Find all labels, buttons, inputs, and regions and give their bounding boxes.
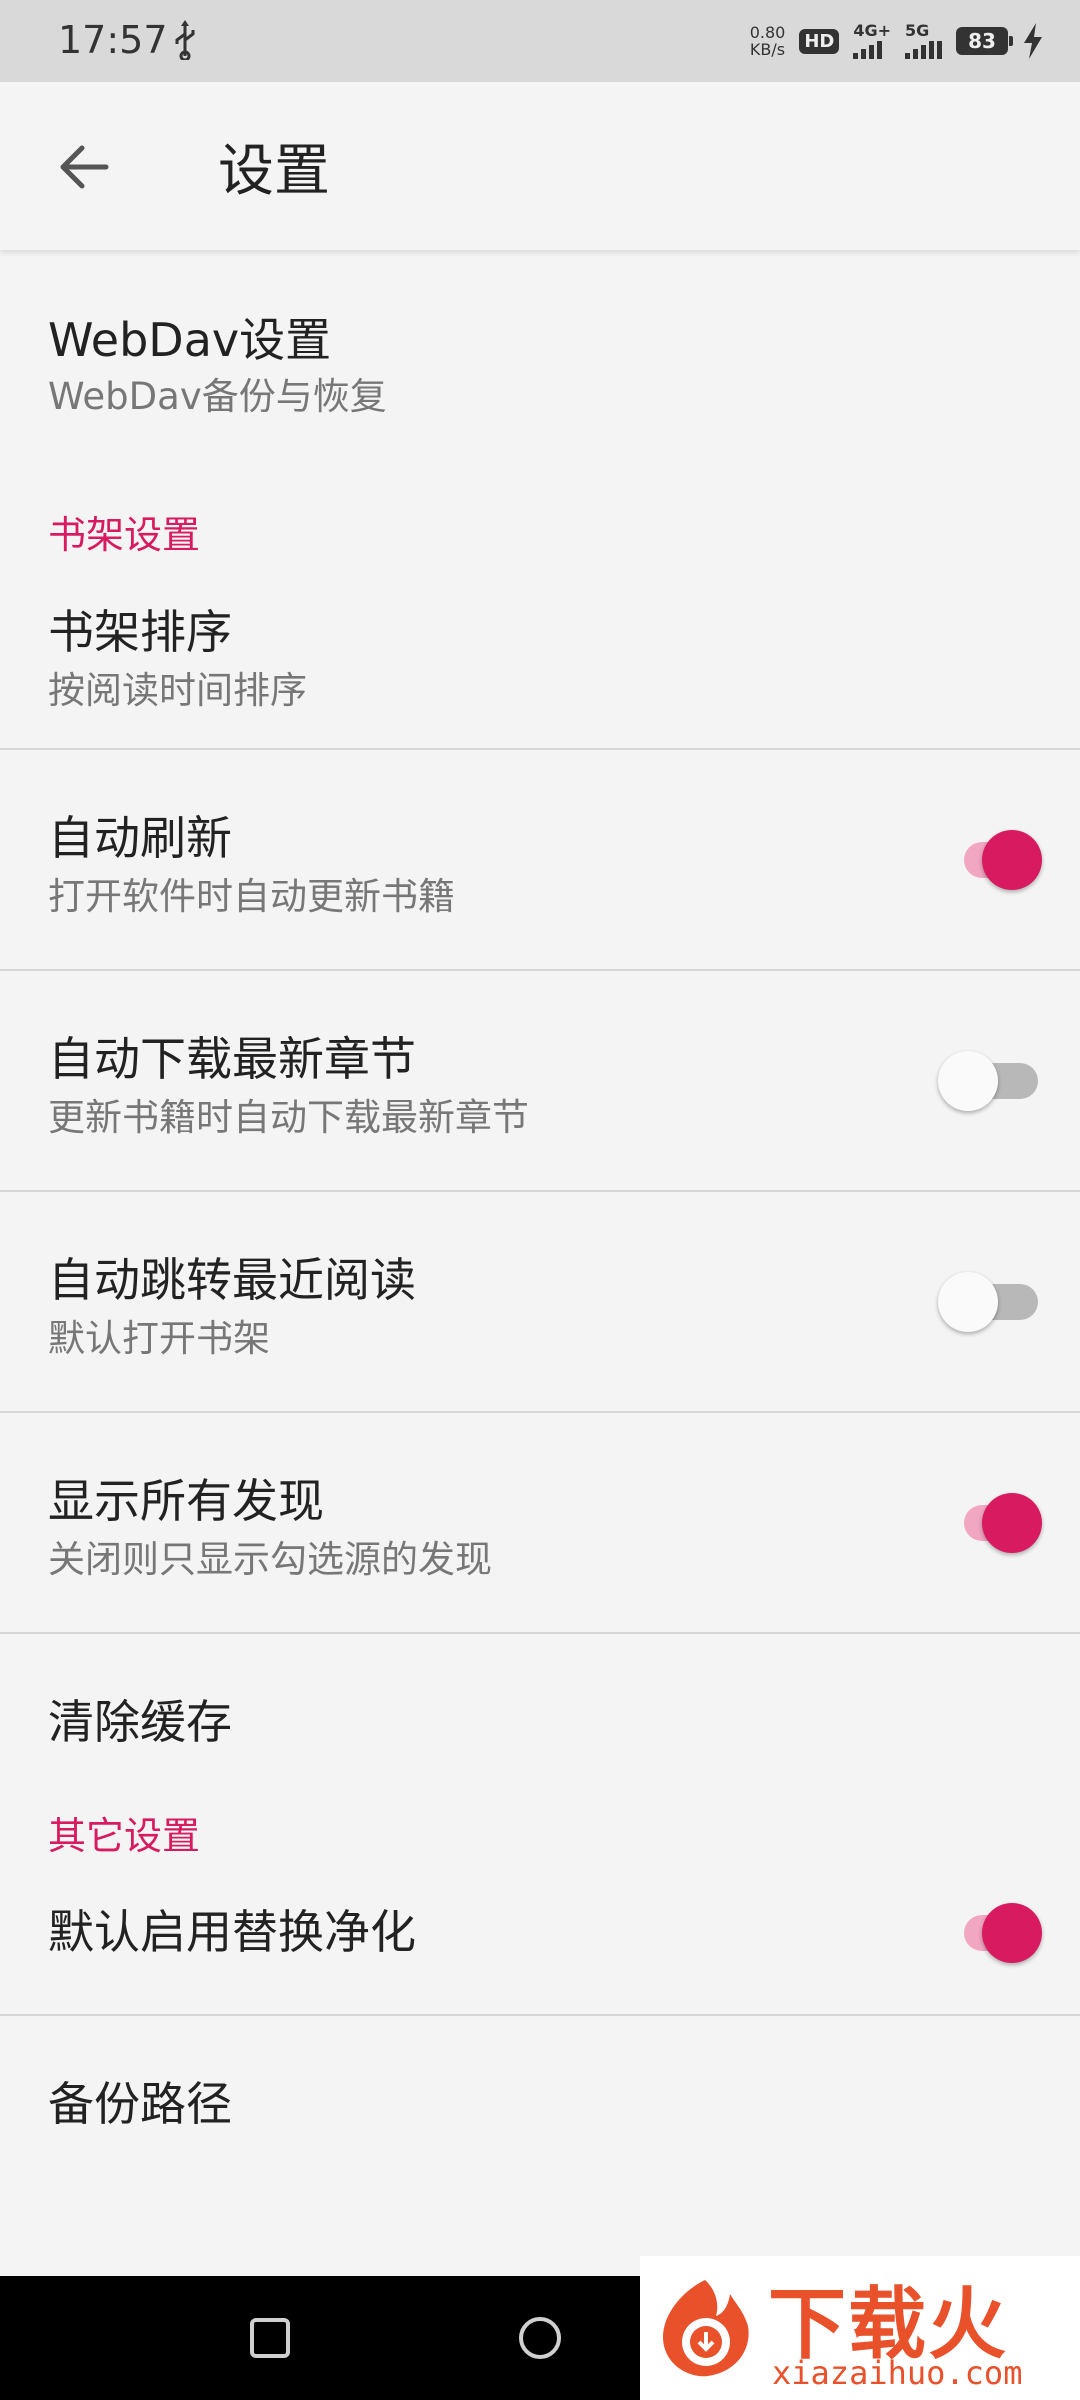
item-title: 自动刷新	[48, 811, 232, 865]
signal-label-5g: 5G	[905, 21, 930, 40]
show-all-discover-switch[interactable]	[942, 1483, 1042, 1563]
flame-logo-icon	[663, 2280, 749, 2377]
net-speed-value: 0.80	[749, 23, 786, 42]
item-title: 书架排序	[48, 605, 232, 659]
charging-icon	[1024, 23, 1042, 59]
item-subtitle: 按阅读时间排序	[48, 669, 307, 712]
section-title: 书架设置	[48, 513, 201, 557]
item-subtitle: 打开软件时自动更新书籍	[48, 875, 455, 918]
net-speed-unit: KB/s	[749, 40, 786, 59]
auto-download-item[interactable]: 自动下载最新章节 更新书籍时自动下载最新章节	[0, 971, 1080, 1192]
watermark-url: xiazaihuo.com	[772, 2354, 1023, 2392]
home-button[interactable]	[510, 2308, 570, 2368]
status-bar: 17:57 0.80 KB/s HD 4G+ 5G 83	[0, 0, 1080, 82]
status-time: 17:57	[58, 18, 168, 62]
bookshelf-sort-item[interactable]: 书架排序 按阅读时间排序	[0, 574, 1080, 750]
section-header-other: 其它设置	[0, 1757, 1080, 1870]
net-speed: 0.80 KB/s	[750, 24, 786, 58]
status-icons: 0.80 KB/s HD 4G+ 5G 83	[750, 18, 1044, 64]
item-subtitle: WebDav备份与恢复	[48, 375, 387, 418]
signal-icon: 5G	[905, 23, 942, 59]
watermark: 下载火 xiazaihuo.com	[640, 2256, 1080, 2400]
app-bar: 设置	[0, 82, 1080, 250]
auto-download-switch[interactable]	[938, 1041, 1038, 1121]
backup-path-item[interactable]: 备份路径	[0, 2016, 1080, 2156]
auto-refresh-item[interactable]: 自动刷新 打开软件时自动更新书籍	[0, 750, 1080, 971]
item-subtitle: 更新书籍时自动下载最新章节	[48, 1096, 529, 1139]
arrow-back-icon[interactable]	[50, 132, 120, 202]
item-subtitle: 默认打开书架	[48, 1317, 270, 1360]
section-title: 其它设置	[48, 1814, 201, 1858]
item-title: 默认启用替换净化	[48, 1905, 416, 1959]
auto-jump-switch[interactable]	[938, 1262, 1038, 1342]
item-title: WebDav设置	[48, 313, 332, 367]
replace-purify-switch[interactable]	[942, 1893, 1042, 1973]
replace-purify-item[interactable]: 默认启用替换净化	[0, 1870, 1080, 2016]
item-title: 显示所有发现	[48, 1474, 324, 1528]
page-title: 设置	[218, 139, 330, 204]
battery-icon: 83	[956, 27, 1013, 55]
auto-jump-item[interactable]: 自动跳转最近阅读 默认打开书架	[0, 1192, 1080, 1413]
item-title: 自动跳转最近阅读	[48, 1253, 416, 1307]
section-header-bookshelf: 书架设置	[0, 464, 1080, 574]
recent-apps-button[interactable]	[240, 2308, 300, 2368]
hd-icon: HD	[799, 28, 840, 54]
signal-icon: 4G+	[853, 23, 891, 59]
item-title: 备份路径	[48, 2077, 232, 2131]
auto-refresh-switch[interactable]	[942, 820, 1042, 900]
usb-icon	[175, 20, 195, 60]
item-subtitle: 关闭则只显示勾选源的发现	[48, 1538, 492, 1581]
show-all-discover-item[interactable]: 显示所有发现 关闭则只显示勾选源的发现	[0, 1413, 1080, 1634]
signal-label-4g: 4G+	[853, 21, 891, 40]
item-title: 自动下载最新章节	[48, 1032, 416, 1086]
clear-cache-item[interactable]: 清除缓存	[0, 1634, 1080, 1757]
webdav-settings-item[interactable]: WebDav设置 WebDav备份与恢复	[0, 250, 1080, 464]
settings-list: WebDav设置 WebDav备份与恢复 书架设置 书架排序 按阅读时间排序 自…	[0, 250, 1080, 2156]
item-title: 清除缓存	[48, 1695, 232, 1749]
